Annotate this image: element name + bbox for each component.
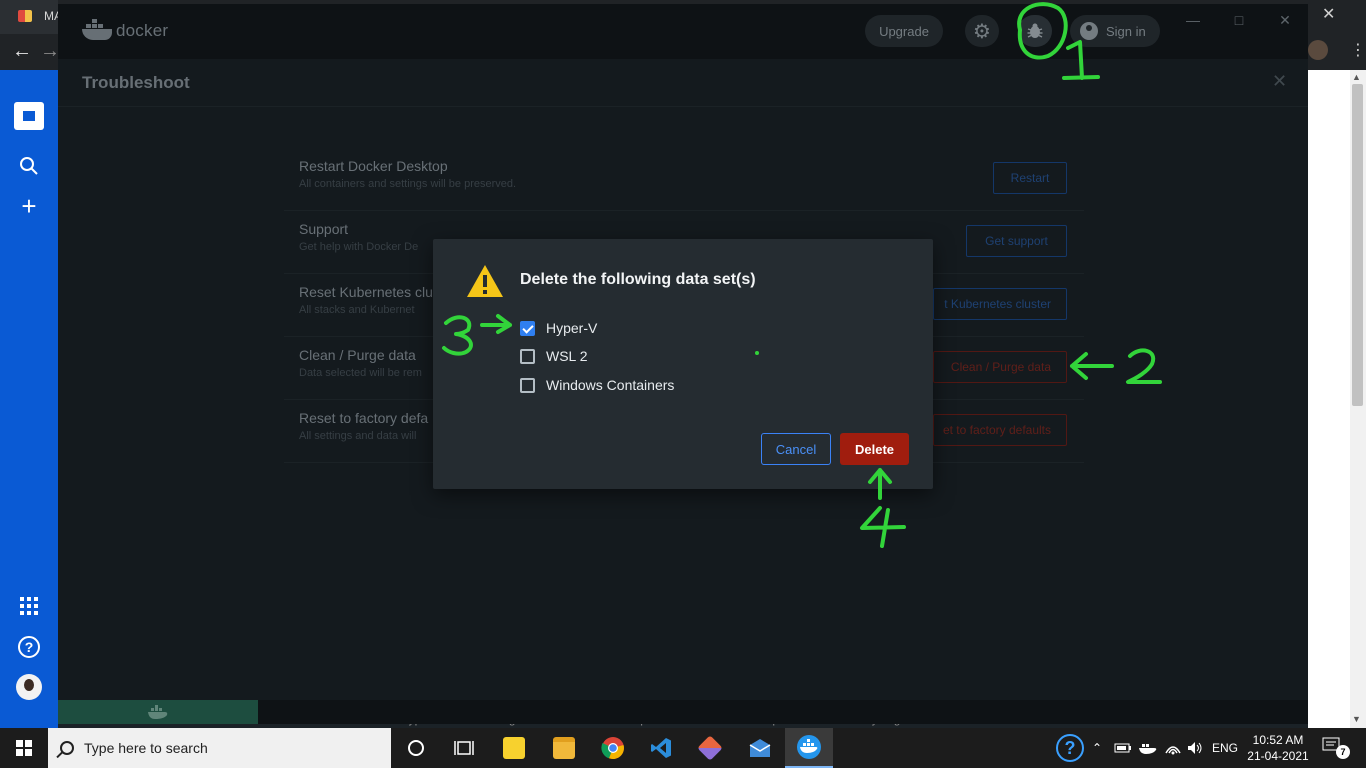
chrome-icon[interactable] bbox=[589, 728, 637, 768]
mail-app-icon[interactable] bbox=[736, 728, 784, 768]
vscode-icon[interactable] bbox=[637, 728, 685, 768]
taskbar-search-box[interactable]: Type here to search bbox=[48, 728, 391, 768]
browser-tab[interactable]: MA bbox=[0, 0, 62, 34]
notification-count-badge: 7 bbox=[1336, 745, 1350, 759]
windows-taskbar: Type here to search ? ⌃ ENG 10:52 AM 21-… bbox=[0, 728, 1366, 768]
option-label: WSL 2 bbox=[546, 348, 588, 364]
docker-taskbar-icon[interactable] bbox=[785, 728, 833, 768]
wsl2-checkbox[interactable] bbox=[520, 348, 535, 364]
annotation-dot bbox=[755, 351, 759, 355]
option-label: Windows Containers bbox=[546, 377, 675, 393]
action-center-icon[interactable]: 7 bbox=[1322, 737, 1350, 759]
page-scrollbar-thumb[interactable] bbox=[1352, 84, 1363, 406]
windows-containers-checkbox[interactable] bbox=[520, 377, 535, 393]
option-windows-containers[interactable]: Windows Containers bbox=[520, 375, 674, 395]
git-tool-icon[interactable] bbox=[686, 728, 734, 768]
bitbucket-logo-icon[interactable] bbox=[0, 96, 58, 136]
browser-menu-icon[interactable]: ⋮ bbox=[1350, 40, 1366, 60]
volume-icon[interactable] bbox=[1186, 728, 1204, 768]
task-view-icon[interactable] bbox=[440, 728, 488, 768]
file-explorer-icon[interactable] bbox=[540, 728, 588, 768]
delete-button[interactable]: Delete bbox=[840, 433, 909, 465]
help-icon[interactable]: ? bbox=[0, 629, 58, 665]
windows-start-icon[interactable] bbox=[0, 728, 48, 768]
show-hidden-icons-icon[interactable]: ⌃ bbox=[1092, 728, 1102, 768]
language-indicator[interactable]: ENG bbox=[1212, 728, 1238, 768]
search-icon[interactable] bbox=[0, 148, 58, 184]
sticky-notes-icon[interactable] bbox=[490, 728, 538, 768]
gmail-favicon-icon bbox=[18, 10, 32, 22]
delete-data-dialog: Delete the following data set(s) Hyper-V… bbox=[433, 239, 933, 489]
cortana-circle-icon[interactable] bbox=[392, 728, 440, 768]
search-placeholder: Type here to search bbox=[84, 740, 208, 756]
wifi-icon[interactable] bbox=[1164, 728, 1182, 768]
create-plus-icon[interactable]: + bbox=[0, 188, 58, 224]
option-hyper-v[interactable]: Hyper-V bbox=[520, 318, 597, 338]
scroll-down-icon[interactable]: ▼ bbox=[1352, 714, 1361, 724]
app-sidebar: + ? bbox=[0, 70, 58, 728]
warning-icon bbox=[467, 265, 503, 297]
browser-close-icon[interactable]: ✕ bbox=[1322, 4, 1335, 24]
docker-tray-icon[interactable] bbox=[1138, 728, 1158, 768]
browser-nav: ← → bbox=[0, 34, 60, 70]
forward-arrow-icon[interactable]: → bbox=[40, 40, 60, 63]
cancel-button[interactable]: Cancel bbox=[761, 433, 831, 465]
battery-icon[interactable] bbox=[1114, 728, 1132, 768]
clock-time: 10:52 AM bbox=[1252, 733, 1304, 747]
back-arrow-icon[interactable]: ← bbox=[12, 40, 32, 63]
dialog-title: Delete the following data set(s) bbox=[520, 271, 756, 288]
clock-date: 21-04-2021 bbox=[1247, 749, 1309, 763]
help-tray-icon[interactable]: ? bbox=[1056, 728, 1084, 768]
search-icon bbox=[60, 741, 74, 755]
app-switcher-grid-icon[interactable] bbox=[0, 588, 58, 624]
option-label: Hyper-V bbox=[546, 320, 598, 336]
hyper-v-checkbox[interactable] bbox=[520, 320, 535, 336]
taskbar-clock[interactable]: 10:52 AM 21-04-2021 bbox=[1246, 732, 1310, 764]
browser-profile-avatar[interactable] bbox=[1308, 40, 1328, 60]
user-avatar[interactable] bbox=[0, 669, 58, 705]
option-wsl2[interactable]: WSL 2 bbox=[520, 346, 588, 366]
scroll-up-icon[interactable]: ▲ bbox=[1352, 72, 1361, 82]
